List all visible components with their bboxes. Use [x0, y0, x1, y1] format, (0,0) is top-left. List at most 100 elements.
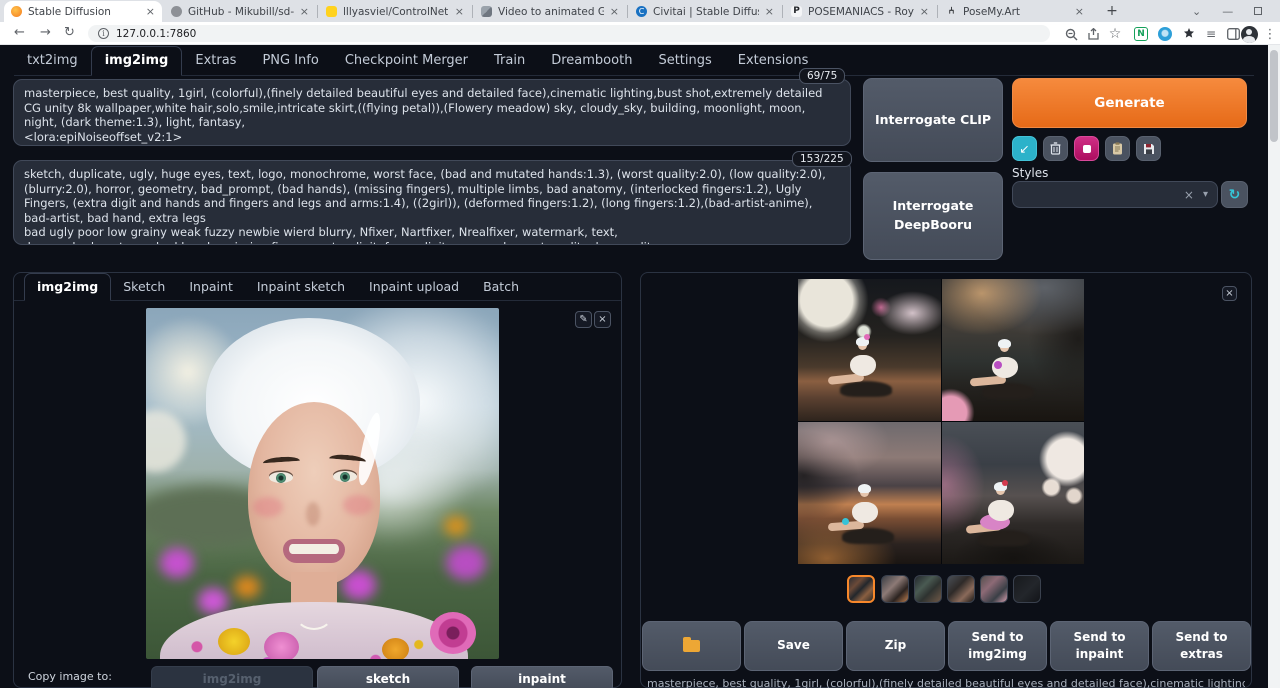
paste-arrow-icon: ↙: [1019, 142, 1029, 156]
extension-n-icon[interactable]: N: [1132, 25, 1150, 43]
gallery-thumb-1-selected[interactable]: [847, 575, 875, 603]
share-icon[interactable]: [1084, 25, 1102, 43]
tab-train[interactable]: Train: [481, 47, 538, 75]
browser-tab-posemaniacs[interactable]: P POSEMANIACS - Royalty free 3 ×: [784, 1, 936, 22]
chevron-down-icon[interactable]: ▾: [1203, 189, 1208, 200]
screen: Stable Diffusion × GitHub - Mikubill/sd-…: [0, 0, 1280, 688]
clear-prompt-button[interactable]: [1043, 136, 1068, 161]
tab-title: Stable Diffusion: [28, 6, 111, 18]
tab-close-icon[interactable]: ×: [146, 6, 155, 17]
copy-to-sketch-button[interactable]: sketch: [317, 666, 459, 688]
profile-avatar[interactable]: [1240, 25, 1258, 43]
save-button[interactable]: Save: [744, 621, 843, 671]
gallery-thumb-4[interactable]: [947, 575, 975, 603]
img2img-source-image[interactable]: [146, 308, 499, 659]
zoom-icon[interactable]: [1062, 25, 1080, 43]
tab-close-icon[interactable]: ×: [455, 6, 464, 17]
remove-image-button[interactable]: ×: [594, 311, 611, 328]
prompt-token-counter: 69/75: [799, 68, 845, 84]
forward-icon[interactable]: →: [40, 24, 51, 42]
tab-inpaint-sketch-mode[interactable]: Inpaint sketch: [245, 274, 357, 300]
gallery-thumb-6[interactable]: [1013, 575, 1041, 603]
browser-tab-civitai[interactable]: C Civitai | Stable Diffusion model ×: [629, 1, 781, 22]
minimize-icon[interactable]: —: [1222, 5, 1233, 18]
send-to-inpaint-button[interactable]: Send to inpaint: [1050, 621, 1149, 671]
trash-icon: [1050, 142, 1061, 155]
tab-png-info[interactable]: PNG Info: [249, 47, 331, 75]
back-icon[interactable]: ←: [14, 24, 25, 42]
site-info-icon[interactable]: i: [98, 28, 109, 39]
result-image-2: [942, 279, 1085, 421]
img2img-panel: img2img Sketch Inpaint Inpaint sketch In…: [13, 272, 622, 688]
civitai-favicon: C: [636, 6, 647, 17]
tab-img2img[interactable]: img2img: [91, 46, 183, 76]
gif-converter-favicon: [481, 6, 492, 17]
open-folder-button[interactable]: [642, 621, 741, 671]
tab-close-icon[interactable]: ×: [920, 6, 929, 17]
browser-tab-gif-converter[interactable]: Video to animated GIF converter ×: [474, 1, 626, 22]
gallery-thumb-3[interactable]: [914, 575, 942, 603]
paste-generation-params-button[interactable]: ↙: [1012, 136, 1037, 161]
interrogate-deepbooru-button[interactable]: Interrogate DeepBooru: [863, 172, 1003, 260]
address-bar[interactable]: i 127.0.0.1:7860: [88, 25, 1050, 42]
browser-tab-controlnet[interactable]: lllyasviel/ControlNet at main ×: [319, 1, 471, 22]
browser-tab-posemyart[interactable]: ⑃ PoseMy.Art ×: [939, 1, 1091, 22]
extension-pin-icon[interactable]: [1180, 25, 1198, 43]
maximize-icon[interactable]: [1254, 7, 1262, 15]
tab-inpaint-upload-mode[interactable]: Inpaint upload: [357, 274, 471, 300]
browser-tab-strip: Stable Diffusion × GitHub - Mikubill/sd-…: [0, 0, 1280, 22]
tab-close-icon[interactable]: ×: [765, 6, 774, 17]
close-gallery-button[interactable]: ×: [1222, 286, 1237, 301]
bookmark-star-icon[interactable]: ☆: [1106, 25, 1124, 43]
tab-batch-mode[interactable]: Batch: [471, 274, 531, 300]
styles-dropdown[interactable]: × ▾: [1012, 181, 1218, 208]
extension-blue-circle-icon[interactable]: [1156, 25, 1174, 43]
gradio-favicon: [11, 6, 22, 17]
reload-icon[interactable]: ↻: [64, 24, 75, 42]
browser-menu-dots-icon[interactable]: ⋮: [1261, 25, 1279, 43]
styles-label: Styles: [1012, 166, 1048, 180]
tab-extras[interactable]: Extras: [182, 47, 249, 75]
gallery-thumb-5[interactable]: [980, 575, 1008, 603]
clear-styles-icon[interactable]: ×: [1184, 188, 1194, 202]
extra-networks-button[interactable]: [1074, 136, 1099, 161]
apply-style-button[interactable]: [1105, 136, 1130, 161]
generate-button[interactable]: Generate: [1012, 78, 1247, 128]
tab-dreambooth[interactable]: Dreambooth: [538, 47, 645, 75]
tab-settings[interactable]: Settings: [645, 47, 724, 75]
close-icon: ×: [1225, 288, 1233, 299]
zip-button[interactable]: Zip: [846, 621, 945, 671]
browser-tab-github[interactable]: GitHub - Mikubill/sd-webui-con ×: [164, 1, 316, 22]
tab-search-chevron-icon[interactable]: ⌄: [1192, 5, 1201, 18]
posemyart-favicon: ⑃: [946, 6, 957, 17]
browser-tab-stable-diffusion[interactable]: Stable Diffusion ×: [4, 1, 162, 22]
reading-list-icon[interactable]: ≡: [1202, 25, 1220, 43]
copy-to-inpaint-button[interactable]: inpaint: [471, 666, 613, 688]
send-to-extras-button[interactable]: Send to extras: [1152, 621, 1251, 671]
tab-close-icon[interactable]: ×: [300, 6, 309, 17]
tab-inpaint-mode[interactable]: Inpaint: [177, 274, 245, 300]
tab-sketch-mode[interactable]: Sketch: [111, 274, 177, 300]
negative-prompt-input[interactable]: sketch, duplicate, ugly, huge eyes, text…: [13, 160, 851, 245]
send-to-img2img-button[interactable]: Send to img2img: [948, 621, 1047, 671]
close-icon: ×: [598, 314, 606, 325]
refresh-styles-button[interactable]: ↻: [1221, 181, 1248, 208]
img2img-mode-tabs: img2img Sketch Inpaint Inpaint sketch In…: [14, 273, 621, 301]
main-tab-bar: txt2img img2img Extras PNG Info Checkpoi…: [14, 47, 1254, 76]
save-style-button[interactable]: [1136, 136, 1161, 161]
tab-checkpoint-merger[interactable]: Checkpoint Merger: [332, 47, 481, 75]
page-scrollbar-thumb[interactable]: [1270, 50, 1278, 142]
huggingface-favicon: [326, 6, 337, 17]
window-controls: ⌄ — ×: [1192, 0, 1280, 22]
edit-image-button[interactable]: ✎: [575, 311, 592, 328]
gallery-thumb-2[interactable]: [881, 575, 909, 603]
result-image-grid[interactable]: [798, 279, 1084, 564]
tab-txt2img[interactable]: txt2img: [14, 47, 91, 75]
tab-img2img-mode[interactable]: img2img: [24, 273, 111, 301]
new-tab-button[interactable]: +: [1102, 2, 1122, 22]
tab-close-icon[interactable]: ×: [1075, 6, 1084, 17]
tab-close-icon[interactable]: ×: [610, 6, 619, 17]
interrogate-clip-button[interactable]: Interrogate CLIP: [863, 78, 1003, 162]
prompt-input[interactable]: masterpiece, best quality, 1girl, (color…: [13, 79, 851, 146]
url-text: 127.0.0.1:7860: [116, 28, 196, 40]
